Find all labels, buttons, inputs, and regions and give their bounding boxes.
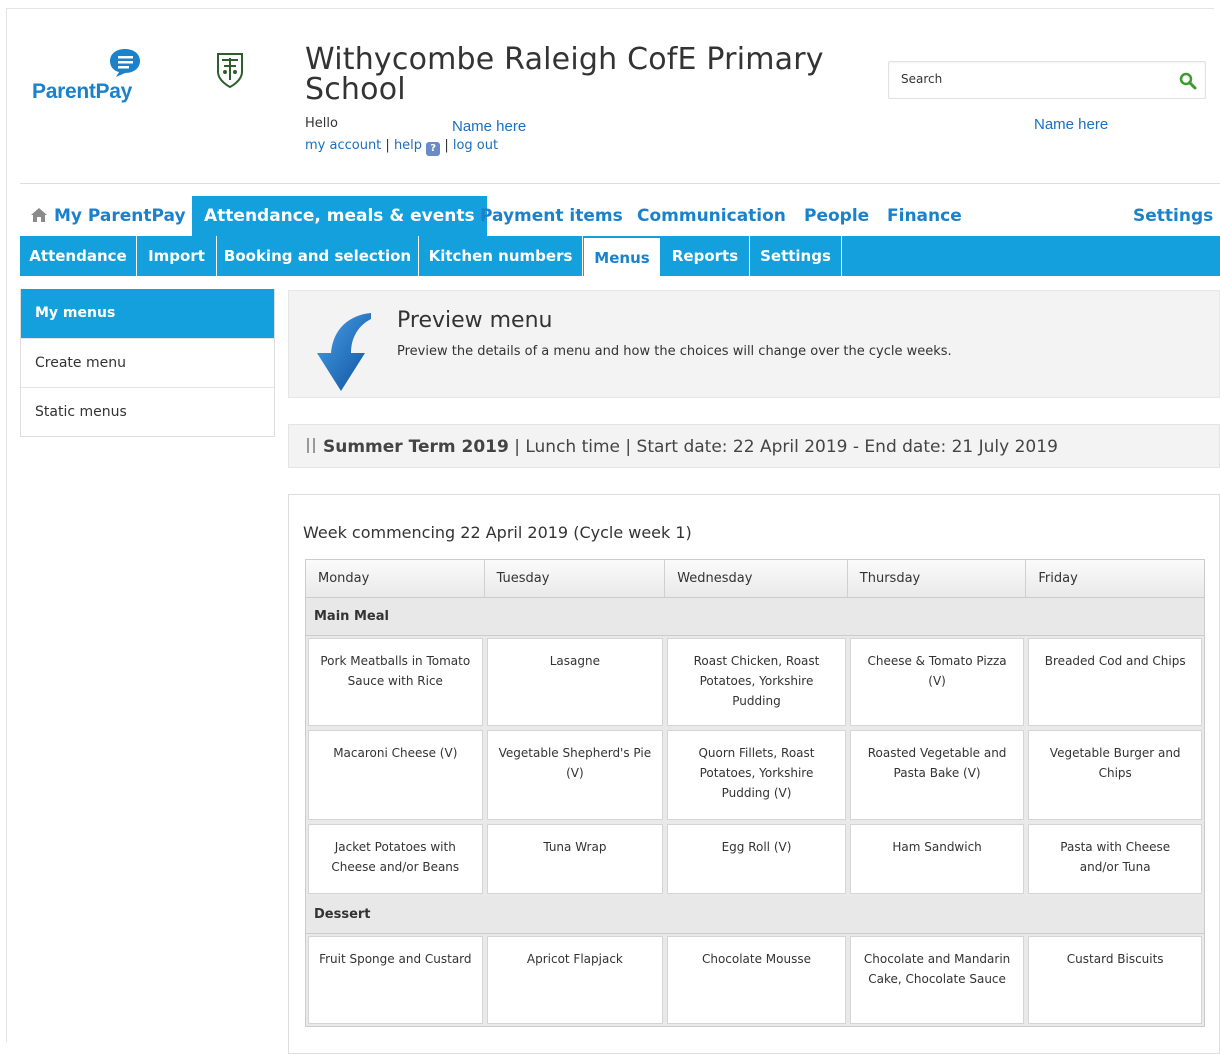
tab-attendance[interactable]: Attendance xyxy=(20,236,137,276)
user-name: Name here xyxy=(452,118,527,135)
cutlery-icon xyxy=(307,438,315,453)
school-crest-icon xyxy=(217,53,243,89)
term-name: Summer Term 2019 xyxy=(323,437,509,457)
curved-arrow-down-icon xyxy=(317,313,371,391)
nav-my-parentpay[interactable]: My ParentPay xyxy=(30,196,186,236)
menu-cell: Macaroni Cheese (V) xyxy=(308,730,483,820)
menu-cell: Chocolate and Mandarin Cake, Chocolate S… xyxy=(849,936,1025,1024)
menu-cell: Jacket Potatoes with Cheese and/or Beans xyxy=(308,824,483,894)
help-icon[interactable]: ? xyxy=(426,142,441,156)
menu-cell: Egg Roll (V) xyxy=(667,824,846,894)
nav-my-parentpay-label: My ParentPay xyxy=(54,206,186,226)
separator: | xyxy=(440,138,453,153)
nav-people[interactable]: People xyxy=(804,196,869,236)
menu-table: Monday Tuesday Wednesday Thursday Friday… xyxy=(305,559,1205,1027)
nav-communication[interactable]: Communication xyxy=(637,196,786,236)
menu-cell: Pork Meatballs in Tomato Sauce with Rice xyxy=(308,638,483,726)
menu-cell: Roast Chicken, Roast Potatoes, Yorkshire… xyxy=(667,638,846,726)
column-header: Friday xyxy=(1026,560,1204,598)
nav-settings[interactable]: Settings xyxy=(1133,196,1213,236)
menu-cell: Chocolate Mousse xyxy=(667,936,846,1024)
log-out-link[interactable]: log out xyxy=(453,138,498,153)
menu-cell: Ham Sandwich xyxy=(849,824,1025,894)
preview-description: Preview the details of a menu and how th… xyxy=(397,344,952,359)
term-details: | Lunch time | Start date: 22 April 2019… xyxy=(508,437,1058,457)
tab-kitchen-numbers[interactable]: Kitchen numbers xyxy=(419,236,583,276)
menu-cell: Breaded Cod and Chips xyxy=(1028,638,1202,726)
nav-finance[interactable]: Finance xyxy=(887,196,962,236)
search-input[interactable] xyxy=(899,71,1159,87)
preview-title: Preview menu xyxy=(397,308,553,333)
table-row: Fruit Sponge and Custard Apricot Flapjac… xyxy=(306,934,1204,1026)
table-row: Jacket Potatoes with Cheese and/or Beans… xyxy=(306,822,1204,896)
section-label: Main Meal xyxy=(306,598,1204,636)
side-menu: My menus Create menu Static menus xyxy=(20,289,275,437)
sub-navigation: Attendance Import Booking and selection … xyxy=(20,236,1220,276)
column-header: Wednesday xyxy=(665,560,848,598)
table-row: Macaroni Cheese (V) Vegetable Shepherd's… xyxy=(306,728,1204,822)
term-info-bar: Summer Term 2019 | Lunch time | Start da… xyxy=(288,424,1220,468)
search-icon[interactable] xyxy=(1179,72,1197,90)
tab-reports[interactable]: Reports xyxy=(661,236,750,276)
page-frame-left xyxy=(6,8,7,1042)
tab-settings[interactable]: Settings xyxy=(750,236,842,276)
preview-panel: Preview menu Preview the details of a me… xyxy=(288,290,1220,398)
menu-cell: Quorn Fillets, Roast Potatoes, Yorkshire… xyxy=(667,730,846,820)
section-label: Dessert xyxy=(306,896,1204,934)
column-header: Thursday xyxy=(847,560,1027,598)
account-links: my account | help ? | log out xyxy=(305,138,498,156)
menu-cell: Lasagne xyxy=(486,638,664,726)
menu-cell: Roasted Vegetable and Pasta Bake (V) xyxy=(849,730,1025,820)
section-row-main-meal: Main Meal xyxy=(306,598,1204,636)
search-box xyxy=(888,61,1206,99)
side-menu-create-menu[interactable]: Create menu xyxy=(21,338,274,387)
week-title: Week commencing 22 April 2019 (Cycle wee… xyxy=(303,523,692,542)
logo-text: ParentPay xyxy=(32,80,133,103)
menu-cell: Cheese & Tomato Pizza (V) xyxy=(849,638,1025,726)
section-row-dessert: Dessert xyxy=(306,896,1204,934)
menu-cell: Custard Biscuits xyxy=(1028,936,1202,1024)
menu-cell: Vegetable Burger and Chips xyxy=(1028,730,1202,820)
nav-attendance-meals-events[interactable]: Attendance, meals & events xyxy=(192,196,487,236)
school-name: Withycombe Raleigh CofE Primary School xyxy=(305,42,824,107)
parentpay-logo[interactable]: ParentPay xyxy=(32,48,162,118)
nav-payment-items[interactable]: Payment items xyxy=(480,196,623,236)
menu-cell: Fruit Sponge and Custard xyxy=(308,936,483,1024)
header-divider xyxy=(20,183,1220,184)
menu-cell: Apricot Flapjack xyxy=(486,936,664,1024)
tab-import[interactable]: Import xyxy=(137,236,217,276)
page-frame-top xyxy=(6,8,1214,9)
speech-bubble-icon xyxy=(110,49,140,77)
my-account-link[interactable]: my account xyxy=(305,138,381,153)
menu-cell: Tuna Wrap xyxy=(486,824,664,894)
greeting: Hello xyxy=(305,116,338,131)
column-header: Monday xyxy=(306,560,485,598)
table-header-row: Monday Tuesday Wednesday Thursday Friday xyxy=(306,560,1204,598)
side-menu-static-menus[interactable]: Static menus xyxy=(21,387,274,436)
main-navigation: My ParentPay Attendance, meals & events … xyxy=(20,196,1220,236)
user-name-secondary: Name here xyxy=(1034,116,1109,133)
menu-cell: Pasta with Cheese and/or Tuna xyxy=(1028,824,1202,894)
side-menu-my-menus[interactable]: My menus xyxy=(21,289,274,338)
menu-cell: Vegetable Shepherd's Pie (V) xyxy=(486,730,664,820)
menu-preview-box: Week commencing 22 April 2019 (Cycle wee… xyxy=(288,494,1220,1054)
separator: | xyxy=(381,138,394,153)
home-icon xyxy=(31,208,47,222)
column-header: Tuesday xyxy=(484,560,666,598)
help-link[interactable]: help xyxy=(394,138,422,153)
tab-menus[interactable]: Menus xyxy=(583,238,661,276)
tab-booking-and-selection[interactable]: Booking and selection xyxy=(217,236,419,276)
table-row: Pork Meatballs in Tomato Sauce with Rice… xyxy=(306,636,1204,728)
